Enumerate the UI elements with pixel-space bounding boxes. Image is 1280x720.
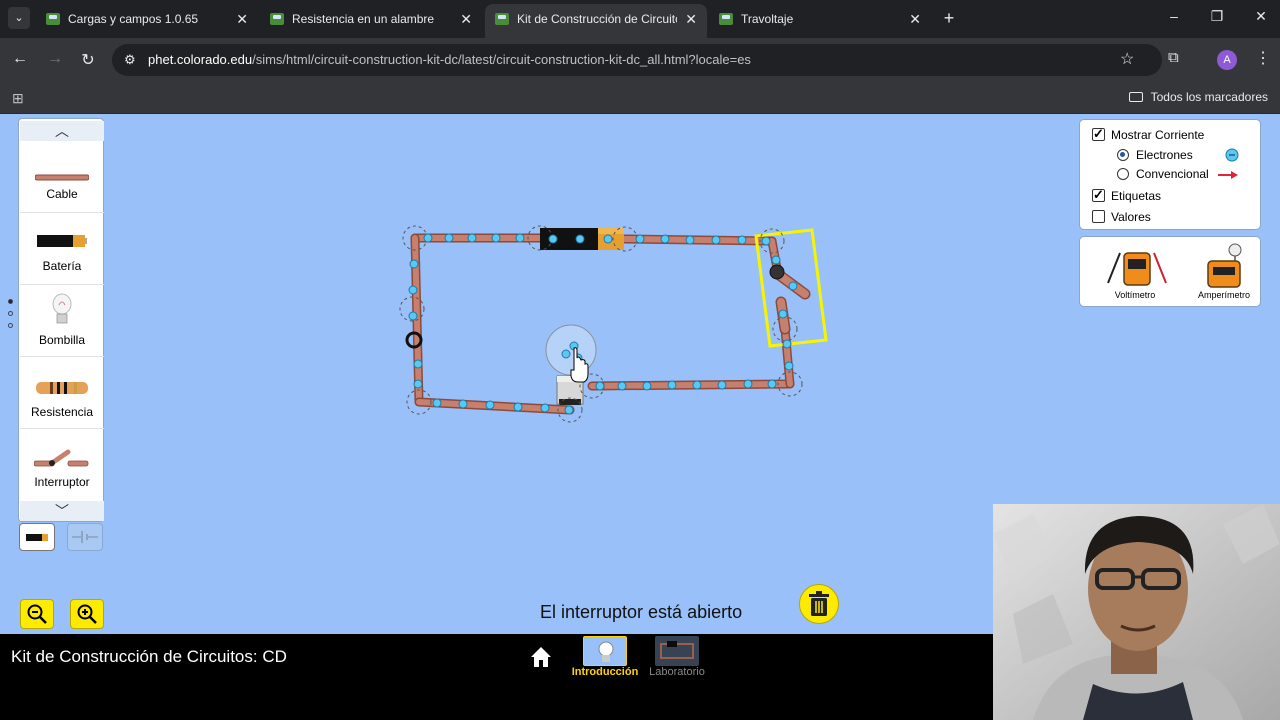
- tab-search-button[interactable]: ⌄: [8, 7, 30, 29]
- labels-checkbox[interactable]: Etiquetas: [1092, 187, 1162, 203]
- tab-title: Cargas y campos 1.0.65: [68, 12, 199, 26]
- screen-button-laboratorio[interactable]: Laboratorio: [642, 636, 712, 681]
- address-bar[interactable]: ⚙ phet.colorado.edu/sims/html/circuit-co…: [112, 44, 1162, 76]
- screen-button-introduccion[interactable]: Introducción: [570, 636, 640, 681]
- vertices[interactable]: [399, 225, 803, 423]
- show-current-label: Mostrar Corriente: [1111, 128, 1205, 142]
- url-domain: phet.colorado.edu: [148, 52, 253, 67]
- switch[interactable]: [767, 236, 811, 335]
- wire-right-lower[interactable]: [780, 324, 795, 389]
- conventional-arrow-icon: [1218, 171, 1238, 179]
- radio-icon: [1117, 168, 1129, 180]
- phet-favicon-icon: [46, 13, 60, 25]
- new-tab-icon[interactable]: +: [940, 8, 958, 28]
- minimize-icon[interactable]: –: [1164, 8, 1184, 24]
- folder-icon: [1128, 92, 1143, 102]
- tab-cargas-y-campos[interactable]: Cargas y campos 1.0.65 ✕: [36, 4, 258, 38]
- close-icon[interactable]: ✕: [685, 4, 697, 34]
- tab-travoltaje[interactable]: Travoltaje ✕: [709, 4, 931, 38]
- electrons-radio[interactable]: Electrones: [1117, 148, 1193, 162]
- lightbulb-icon: [598, 641, 614, 662]
- screen-label: Introducción: [571, 666, 639, 678]
- url-path: /sims/html/circuit-construction-kit-dc/l…: [252, 52, 751, 67]
- display-options-panel: Mostrar Corriente Electrones Convenciona…: [1079, 119, 1261, 230]
- site-info-icon[interactable]: ⚙: [124, 52, 136, 68]
- menu-kebab-icon[interactable]: ⋮: [1255, 48, 1271, 68]
- checkbox-icon: [1092, 126, 1105, 142]
- conventional-label: Convencional: [1136, 167, 1209, 181]
- tab-title: Travoltaje: [741, 12, 794, 26]
- voltmeter-icon[interactable]: [1102, 245, 1172, 287]
- show-current-checkbox[interactable]: Mostrar Corriente: [1092, 126, 1205, 142]
- tab-resistencia[interactable]: Resistencia en un alambre ✕: [260, 4, 482, 38]
- bookmarks-bar: ⊞ Todos los marcadores: [0, 82, 1280, 114]
- window-close-icon[interactable]: ✕: [1251, 8, 1271, 25]
- values-label: Valores: [1111, 210, 1151, 224]
- switch-status-text: El interruptor está abierto: [540, 602, 743, 622]
- screen-label: Laboratorio: [649, 666, 705, 678]
- phet-favicon-icon: [270, 13, 284, 25]
- bookmark-star-icon[interactable]: ☆: [1120, 49, 1134, 69]
- tab-title: Kit de Construcción de Circuitos: [517, 12, 677, 26]
- checkbox-icon: [1092, 210, 1105, 223]
- restore-icon[interactable]: ❐: [1207, 8, 1227, 25]
- browser-toolbar: ← → ↻ ⚙ phet.colorado.edu/sims/html/circ…: [0, 38, 1280, 82]
- phet-favicon-icon: [719, 13, 733, 25]
- tab-title: Resistencia en un alambre: [292, 12, 435, 26]
- home-icon[interactable]: [530, 646, 552, 668]
- light-bulb[interactable]: [545, 324, 597, 405]
- values-checkbox[interactable]: Valores: [1092, 210, 1151, 224]
- url-text: phet.colorado.edu/sims/html/circuit-cons…: [148, 52, 751, 67]
- browser-tab-strip: ⌄ Cargas y campos 1.0.65 ✕ Resistencia e…: [0, 0, 1280, 38]
- voltmeter-label: Voltímetro: [1114, 290, 1156, 300]
- close-icon[interactable]: ✕: [236, 4, 248, 34]
- sim-title: Kit de Construcción de Circuitos: CD: [11, 647, 287, 666]
- close-icon[interactable]: ✕: [460, 4, 472, 34]
- electrons-label: Electrones: [1136, 148, 1193, 162]
- ammeter-icon[interactable]: [1202, 243, 1242, 289]
- trash-icon: [809, 591, 829, 616]
- labels-label: Etiquetas: [1111, 189, 1162, 203]
- forward-icon[interactable]: →: [45, 50, 65, 68]
- profile-avatar[interactable]: A: [1217, 50, 1237, 70]
- radio-icon: [1117, 149, 1129, 161]
- delete-button[interactable]: [799, 584, 839, 624]
- extensions-icon[interactable]: ⧉: [1168, 49, 1179, 66]
- electron-icon: [1225, 148, 1239, 162]
- all-bookmarks-label: Todos los marcadores: [1150, 90, 1268, 104]
- meters-panel: Voltímetro Amperímetro: [1079, 236, 1261, 307]
- sim-navigation-bar: Kit de Construcción de Circuitos: CD Int…: [0, 634, 993, 720]
- phet-favicon-icon: [495, 13, 509, 25]
- circuit-thumbnail-icon: [660, 641, 694, 659]
- checkbox-icon: [1092, 187, 1105, 203]
- tab-kit-circuitos[interactable]: Kit de Construcción de Circuitos ✕: [485, 4, 707, 38]
- back-icon[interactable]: ←: [10, 50, 30, 68]
- conventional-radio[interactable]: Convencional: [1117, 167, 1209, 181]
- ammeter-label: Amperímetro: [1197, 290, 1250, 300]
- all-bookmarks-button[interactable]: Todos los marcadores: [1128, 90, 1268, 104]
- introduction-thumbnail-icon: [583, 636, 627, 666]
- webcam-overlay: [993, 504, 1280, 720]
- apps-grid-icon[interactable]: ⊞: [12, 90, 24, 107]
- close-icon[interactable]: ✕: [909, 4, 921, 34]
- presenter-video-image: [993, 504, 1280, 720]
- wire-top-right[interactable]: [620, 234, 777, 246]
- lab-thumbnail-icon: [655, 636, 699, 666]
- reload-icon[interactable]: ↻: [78, 50, 98, 70]
